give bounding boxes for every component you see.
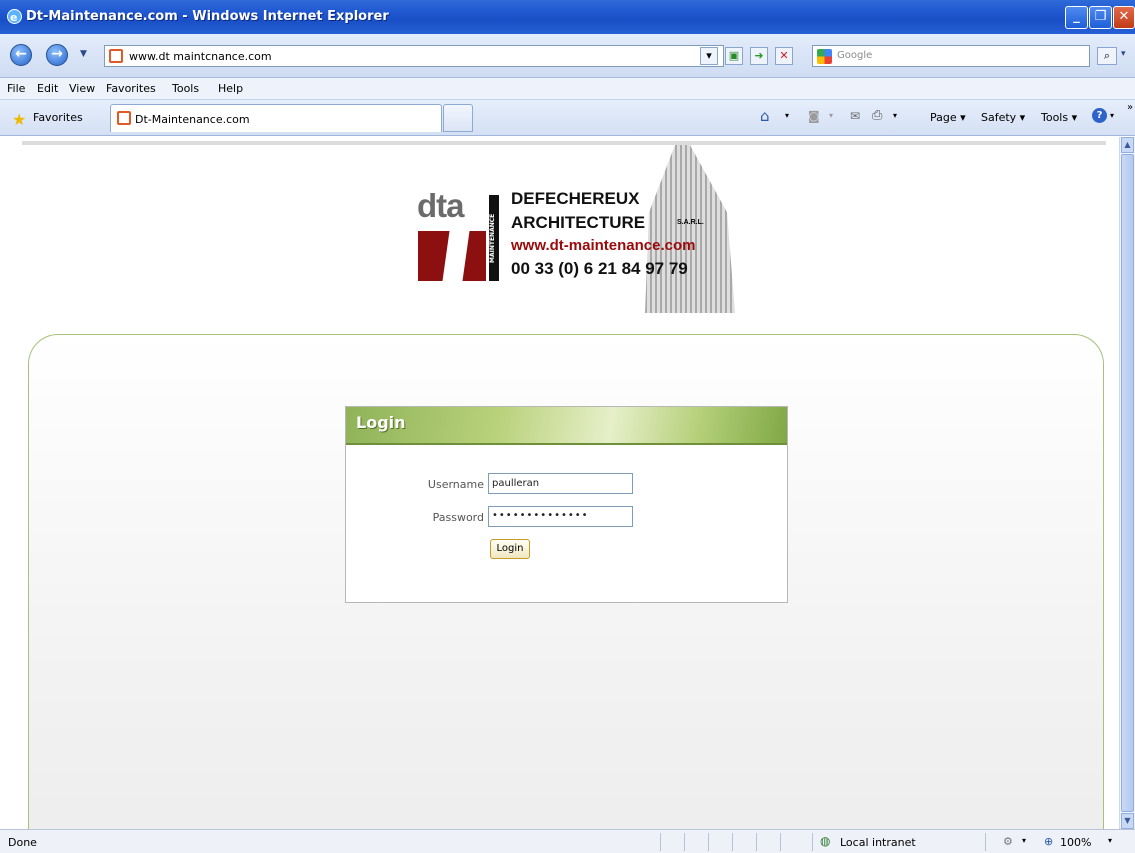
page-viewport: dta MAINTENANCE DEFECHEREUX ARCHITECTURE… <box>0 137 1119 829</box>
tower-image <box>645 145 735 313</box>
status-text: Done <box>8 836 37 849</box>
search-options-icon[interactable]: ▾ <box>1121 49 1126 59</box>
password-input[interactable]: •••••••••••••• <box>488 506 633 527</box>
logo-vertical-text: MAINTENANCE <box>489 195 499 281</box>
new-tab-button[interactable] <box>443 104 473 132</box>
logo-brand: dta <box>417 187 464 224</box>
address-dropdown-icon[interactable]: ▾ <box>700 47 718 65</box>
login-button[interactable]: Login <box>490 539 530 559</box>
google-icon <box>817 49 832 64</box>
safety-menu[interactable]: Safety ▾ <box>981 111 1025 124</box>
read-mail-icon[interactable]: ✉ <box>850 109 860 123</box>
scroll-up-icon[interactable]: ▲ <box>1121 137 1134 153</box>
username-input[interactable] <box>488 473 633 494</box>
address-url: www.dt maintcnance.com <box>129 50 272 63</box>
address-field[interactable]: www.dt maintcnance.com <box>104 45 724 67</box>
username-label: Username <box>427 478 484 491</box>
minimize-icon[interactable]: _ <box>1065 6 1088 29</box>
security-zone: Local intranet <box>840 836 916 849</box>
stop-icon[interactable]: ✕ <box>775 47 793 65</box>
tab-title: Dt-Maintenance.com <box>135 113 250 126</box>
window-title: Dt-Maintenance.com - Windows Internet Ex… <box>26 9 389 24</box>
company-name-line2: ARCHITECTURE <box>511 213 646 232</box>
zoom-dropdown-icon[interactable]: ▾ <box>1108 836 1112 845</box>
company-suffix: S.A.R.L. <box>677 219 704 226</box>
forward-button[interactable]: → <box>46 44 68 66</box>
password-label: Password <box>432 511 484 524</box>
home-dropdown-icon[interactable]: ▾ <box>785 111 789 120</box>
company-phone: 00 33 (0) 6 21 84 97 79 <box>511 259 688 278</box>
feeds-icon[interactable]: ◙ <box>808 109 820 123</box>
scrollbar-thumb[interactable] <box>1121 154 1134 812</box>
company-website: www.dt-maintenance.com <box>511 237 696 254</box>
menu-favorites[interactable]: Favorites <box>106 82 156 95</box>
menu-bar: File Edit View Favorites Tools Help <box>0 78 1135 100</box>
maximize-icon[interactable]: ❐ <box>1089 6 1112 29</box>
help-dropdown-icon[interactable]: ▾ <box>1110 111 1114 120</box>
menu-file[interactable]: File <box>7 82 25 95</box>
close-icon[interactable]: ✕ <box>1113 6 1135 29</box>
menu-tools[interactable]: Tools <box>172 82 199 95</box>
print-icon[interactable]: ⎙ <box>872 108 882 123</box>
company-name-line1: DEFECHEREUX <box>511 189 640 208</box>
search-icon[interactable]: ⌕ <box>1097 47 1117 65</box>
go-icon[interactable]: ➜ <box>750 47 768 65</box>
compatibility-view-icon[interactable]: ▣ <box>725 47 743 65</box>
favorites-star-icon[interactable]: ★ <box>12 110 26 129</box>
logo-red-block <box>418 231 486 281</box>
company-logo: dta MAINTENANCE DEFECHEREUX ARCHITECTURE… <box>415 145 735 313</box>
tab-dt-maintenance[interactable]: Dt-Maintenance.com <box>110 104 442 132</box>
search-placeholder: Google <box>837 50 873 61</box>
search-field[interactable]: Google <box>812 45 1090 67</box>
print-dropdown-icon[interactable]: ▾ <box>893 111 897 120</box>
status-bar: Done ◍ Local intranet ⚙ ▾ ⊕ 100% ▾ <box>0 829 1135 853</box>
protected-mode-dropdown-icon[interactable]: ▾ <box>1022 836 1026 845</box>
toolbar-overflow-icon[interactable]: » <box>1127 102 1133 113</box>
login-header: Login <box>346 407 787 445</box>
recent-pages-dropdown-icon[interactable]: ▼ <box>80 49 87 59</box>
svg-text:e: e <box>10 11 17 24</box>
menu-help[interactable]: Help <box>218 82 243 95</box>
window-title-bar: e Dt-Maintenance.com - Windows Internet … <box>0 0 1135 34</box>
zoom-level[interactable]: 100% <box>1060 836 1091 849</box>
feeds-dropdown-icon[interactable]: ▾ <box>829 111 833 120</box>
page-menu[interactable]: Page ▾ <box>930 111 966 124</box>
menu-view[interactable]: View <box>69 82 95 95</box>
favorites-button[interactable]: Favorites <box>33 111 83 124</box>
scroll-down-icon[interactable]: ▼ <box>1121 813 1134 829</box>
login-box: Login Username Password •••••••••••••• L… <box>345 406 788 603</box>
help-icon[interactable]: ? <box>1092 108 1107 123</box>
zoom-icon[interactable]: ⊕ <box>1044 835 1053 848</box>
tab-favicon-icon <box>117 111 131 125</box>
site-favicon-icon <box>109 49 123 63</box>
protected-mode-icon[interactable]: ⚙ <box>1003 835 1013 848</box>
vertical-scrollbar[interactable]: ▲ ▼ <box>1119 137 1135 829</box>
login-title: Login <box>356 413 406 432</box>
home-icon[interactable]: ⌂ <box>760 107 770 125</box>
intranet-icon: ◍ <box>820 834 831 848</box>
back-button[interactable]: ← <box>10 44 32 66</box>
internet-explorer-icon: e <box>7 9 22 24</box>
menu-edit[interactable]: Edit <box>37 82 58 95</box>
tools-menu[interactable]: Tools ▾ <box>1041 111 1077 124</box>
